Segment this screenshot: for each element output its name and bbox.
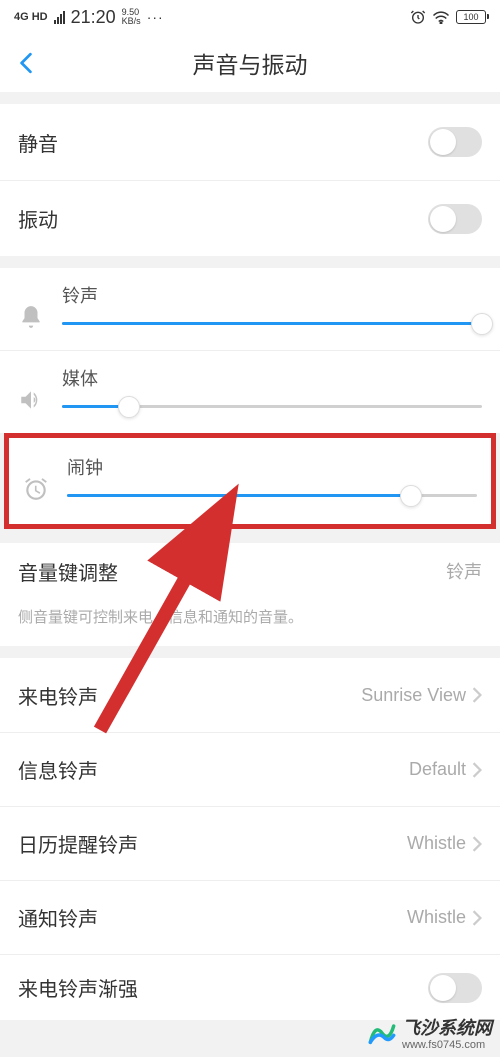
mute-label: 静音 — [18, 128, 58, 157]
volume-key-row[interactable]: 音量键调整 铃声 — [0, 543, 500, 599]
battery-icon: 100 — [456, 10, 486, 24]
clock-icon — [23, 476, 49, 502]
battery-level: 100 — [463, 12, 478, 22]
notify-ringtone-value: Whistle — [407, 907, 466, 928]
calendar-ringtone-row[interactable]: 日历提醒铃声 Whistle — [0, 806, 500, 880]
speaker-icon — [18, 387, 44, 413]
vibrate-toggle[interactable] — [428, 204, 482, 234]
message-ringtone-label: 信息铃声 — [18, 755, 98, 784]
clock-time: 21:20 — [71, 7, 116, 28]
watermark-url: www.fs0745.com — [402, 1040, 492, 1051]
alarm-highlight: 闹钟 — [4, 433, 496, 529]
mute-row: 静音 — [0, 104, 500, 180]
vibrate-label: 振动 — [18, 204, 58, 233]
volume-key-label: 音量键调整 — [18, 557, 118, 586]
signal-icon — [54, 11, 65, 24]
ringtone-slider-row: 铃声 — [0, 268, 500, 350]
incoming-ringtone-label: 来电铃声 — [18, 681, 98, 710]
chevron-right-icon — [472, 836, 482, 852]
media-slider[interactable] — [62, 405, 482, 408]
alarm-icon — [410, 9, 426, 25]
network-label: 4G HD — [14, 11, 48, 23]
watermark-brand: 飞沙系统网 — [402, 1018, 492, 1038]
speed-unit: KB/s — [122, 17, 141, 26]
wifi-icon — [432, 10, 450, 24]
chevron-right-icon — [472, 687, 482, 703]
status-right: 100 — [410, 9, 486, 25]
calendar-ringtone-value: Whistle — [407, 833, 466, 854]
mute-toggle[interactable] — [428, 127, 482, 157]
net-speed: 9.50 KB/s — [122, 8, 141, 26]
media-slider-row: 媒体 — [0, 350, 500, 433]
incoming-ringtone-row[interactable]: 来电铃声 Sunrise View — [0, 658, 500, 732]
media-slider-label: 媒体 — [62, 365, 482, 391]
message-ringtone-row[interactable]: 信息铃声 Default — [0, 732, 500, 806]
status-left: 4G HD 21:20 9.50 KB/s ··· — [14, 7, 164, 28]
gradual-toggle[interactable] — [428, 973, 482, 1003]
alarm-slider-row: 闹钟 — [9, 444, 491, 518]
more-dots: ··· — [147, 9, 164, 25]
chevron-right-icon — [472, 910, 482, 926]
nav-bar: 声音与振动 — [0, 34, 500, 92]
volume-key-desc: 侧音量键可控制来电、信息和通知的音量。 — [0, 599, 500, 646]
notify-ringtone-label: 通知铃声 — [18, 903, 98, 932]
message-ringtone-value: Default — [409, 759, 466, 780]
chevron-right-icon — [472, 762, 482, 778]
bell-icon — [18, 304, 44, 330]
page-title: 声音与振动 — [193, 46, 308, 80]
alarm-slider[interactable] — [67, 494, 477, 497]
volume-key-value: 铃声 — [446, 558, 482, 584]
alarm-slider-label: 闹钟 — [67, 454, 477, 480]
ringtone-slider[interactable] — [62, 322, 482, 325]
watermark-logo-icon — [368, 1019, 396, 1047]
gradual-ringtone-row: 来电铃声渐强 — [0, 954, 500, 1020]
gradual-ringtone-label: 来电铃声渐强 — [18, 973, 138, 1002]
incoming-ringtone-value: Sunrise View — [361, 685, 466, 706]
calendar-ringtone-label: 日历提醒铃声 — [18, 829, 138, 858]
vibrate-row: 振动 — [0, 180, 500, 256]
notify-ringtone-row[interactable]: 通知铃声 Whistle — [0, 880, 500, 954]
status-bar: 4G HD 21:20 9.50 KB/s ··· 100 — [0, 0, 500, 34]
ringtone-slider-label: 铃声 — [62, 282, 482, 308]
back-button[interactable] — [14, 51, 38, 75]
